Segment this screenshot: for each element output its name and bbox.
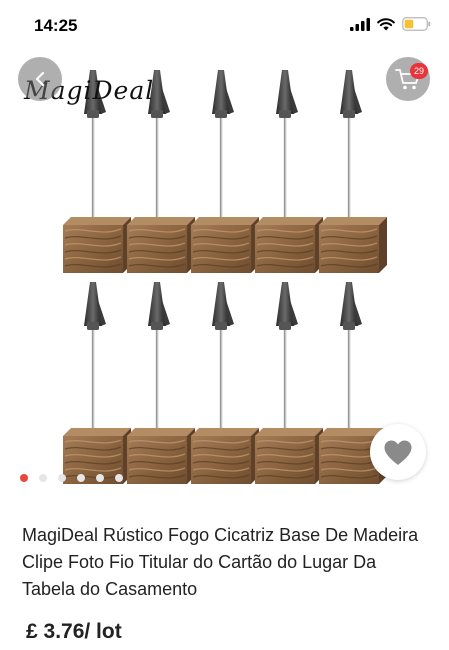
cart-badge: 29 (410, 63, 428, 79)
back-button[interactable] (18, 57, 62, 101)
status-bar: 14:25 (0, 0, 449, 50)
signal-icon (350, 17, 370, 31)
clip-holder (255, 70, 323, 273)
battery-icon (402, 17, 431, 31)
gallery-dot (115, 474, 123, 482)
clip-holder (191, 70, 259, 273)
clip-holder (63, 282, 131, 484)
gallery-dot (77, 474, 85, 482)
gallery-dot (96, 474, 104, 482)
status-icons (350, 17, 431, 31)
gallery-dot (39, 474, 47, 482)
product-price: £ 3.76/ lot (26, 620, 122, 643)
heart-icon (384, 440, 412, 465)
gallery-pagination (20, 474, 123, 482)
gallery-dot (20, 474, 28, 482)
wifi-icon (377, 17, 395, 30)
product-title: MagiDeal Rústico Fogo Cicatriz Base De M… (22, 525, 419, 599)
wishlist-button[interactable] (370, 424, 426, 480)
clip-holder (319, 70, 387, 273)
gallery-dot (58, 474, 66, 482)
status-time: 14:25 (34, 16, 78, 35)
clip-holder (255, 282, 323, 484)
chevron-left-icon (35, 71, 45, 87)
clip-holder (191, 282, 259, 484)
cart-button[interactable]: 29 (386, 57, 430, 101)
clip-holder (127, 282, 195, 484)
